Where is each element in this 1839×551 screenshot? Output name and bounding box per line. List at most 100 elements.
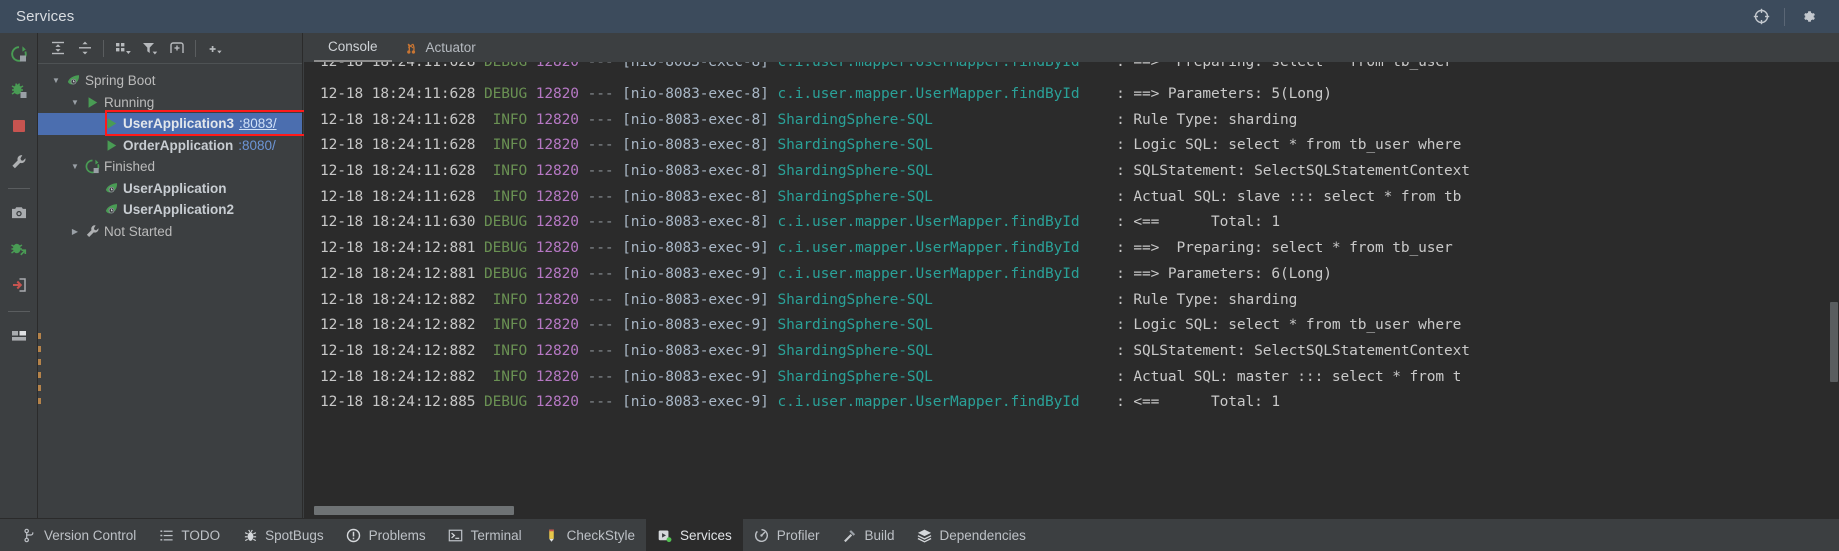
expand-all-icon[interactable]	[44, 35, 71, 61]
log-logger: ShardingSphere-SQL	[777, 317, 933, 334]
log-logger: c.i.user.mapper.UserMapper.findById	[777, 240, 1080, 257]
services-tree[interactable]: ▼ Spring Boot ▼ Running UserApplication3:808…	[38, 64, 302, 242]
target-icon[interactable]	[1744, 0, 1778, 33]
gear-icon[interactable]	[1791, 0, 1825, 33]
tool-window-button-build[interactable]: Build	[830, 519, 905, 551]
chevron-down-icon[interactable]: ▼	[67, 162, 83, 171]
chevron-down-icon[interactable]: ▼	[48, 76, 64, 85]
filter-icon[interactable]	[136, 35, 163, 61]
gutter-mark	[38, 359, 41, 365]
tool-window-button-profiler[interactable]: Profiler	[743, 519, 831, 551]
tool-window-label: Build	[864, 527, 895, 543]
vertical-scrollbar[interactable]	[1830, 302, 1838, 382]
log-message: : ==> Preparing: select * from tb_user	[1107, 240, 1453, 257]
log-timestamp: 12-18 18:24:11:628	[320, 137, 476, 154]
tool-window-button-spotbugs[interactable]: SpotBugs	[231, 519, 335, 551]
log-separator	[475, 317, 484, 333]
log-line: 12-18 18:24:12:885 DEBUG 12820 --- [nio-…	[320, 390, 1839, 416]
log-level: INFO	[483, 317, 528, 334]
log-message: : Logic SQL: select * from tb_user where	[1107, 137, 1462, 154]
tool-window-button-version-control[interactable]: Version Control	[10, 519, 147, 551]
log-line: 12-18 18:24:11:628 INFO 12820 --- [nio-8…	[320, 159, 1839, 185]
exit-icon[interactable]	[4, 270, 34, 300]
console-log[interactable]: 12-18 18:24:11:628 DEBUG 12820 --- [nio-…	[304, 62, 1839, 518]
stop-icon[interactable]	[4, 111, 34, 141]
tree-node-userapplication3[interactable]: UserApplication3:8083/	[38, 113, 302, 135]
log-thread: [nio-8083-exec-8]	[622, 188, 769, 205]
log-separator	[475, 137, 484, 153]
tree-node-not-started[interactable]: ▶ Not Started	[38, 221, 302, 243]
log-separator	[769, 86, 778, 102]
log-message: : ==> Parameters: 6(Long)	[1107, 265, 1332, 282]
camera-icon[interactable]	[4, 198, 34, 228]
tab-actuator[interactable]: Actuator	[392, 33, 490, 62]
add-icon[interactable]	[201, 35, 228, 61]
tab-console[interactable]: Console	[314, 33, 392, 62]
wrench-icon	[83, 224, 101, 239]
log-logger: c.i.user.mapper.UserMapper.findById	[777, 86, 1080, 102]
gutter-mark	[38, 346, 41, 352]
tool-window-button-checkstyle[interactable]: CheckStyle	[533, 519, 646, 551]
log-level: INFO	[483, 188, 528, 205]
settings-wrench-icon[interactable]	[4, 147, 34, 177]
tree-node-running[interactable]: ▼ Running	[38, 92, 302, 114]
log-level: DEBUG	[483, 86, 528, 102]
log-separator	[475, 163, 484, 179]
log-pid: 12820	[535, 137, 579, 154]
log-level: DEBUG	[483, 62, 528, 70]
log-pid: 12820	[535, 265, 579, 282]
log-separator	[527, 266, 536, 282]
chevron-down-icon[interactable]: ▼	[67, 98, 83, 107]
log-timestamp: 12-18 18:24:12:885	[320, 394, 476, 411]
tool-window-button-services[interactable]: Services	[645, 518, 743, 551]
log-thread: [nio-8083-exec-8]	[622, 62, 769, 70]
log-thread: [nio-8083-exec-9]	[622, 394, 769, 411]
console-tab-strip[interactable]: Console Actuator	[304, 33, 1839, 62]
exclamation-icon	[346, 527, 362, 543]
debug-attach-icon[interactable]	[4, 234, 34, 264]
log-pid: 12820	[535, 214, 579, 231]
tree-node-userapplication2[interactable]: UserApplication2	[38, 199, 302, 221]
tool-window-button-terminal[interactable]: Terminal	[437, 519, 533, 551]
log-separator	[527, 62, 536, 70]
tab-label: Console	[328, 39, 378, 54]
log-separator	[475, 292, 484, 308]
log-separator: ---	[578, 137, 623, 154]
add-tab-icon[interactable]	[163, 35, 190, 61]
tool-window-label: Dependencies	[939, 527, 1026, 543]
log-separator	[527, 189, 536, 205]
log-timestamp: 12-18 18:24:12:881	[320, 240, 476, 257]
chevron-right-icon[interactable]: ▶	[67, 227, 83, 236]
tree-node-finished[interactable]: ▼ Finished	[38, 156, 302, 178]
tool-window-label: Version Control	[44, 527, 137, 543]
layout-icon[interactable]	[4, 321, 34, 351]
tree-node-spring-boot[interactable]: ▼ Spring Boot	[38, 70, 302, 92]
titlebar-actions	[1744, 0, 1839, 33]
horizontal-scrollbar[interactable]	[314, 506, 514, 515]
tree-node-port-link[interactable]: :8083/	[239, 116, 277, 131]
log-line: 12-18 18:24:12:882 INFO 12820 --- [nio-8…	[320, 313, 1839, 339]
log-thread: [nio-8083-exec-8]	[622, 163, 769, 180]
tool-window-bar[interactable]: Version Control TODO SpotBugs Problems Termi…	[0, 518, 1839, 551]
collapse-all-icon[interactable]	[71, 35, 98, 61]
tool-window-button-dependencies[interactable]: Dependencies	[906, 519, 1037, 551]
rerun-icon[interactable]	[4, 39, 34, 69]
log-pid: 12820	[535, 317, 579, 334]
log-level: INFO	[483, 163, 528, 180]
tree-node-label: Running	[104, 94, 155, 110]
log-level: DEBUG	[483, 394, 528, 411]
tree-node-userapplication[interactable]: UserApplication	[38, 178, 302, 200]
log-thread: [nio-8083-exec-9]	[622, 291, 769, 308]
log-message: : Logic SQL: select * from tb_user where	[1107, 317, 1462, 334]
group-by-icon[interactable]	[109, 35, 136, 61]
log-pid: 12820	[535, 368, 579, 385]
rerun-small-icon	[83, 159, 101, 174]
log-logger: ShardingSphere-SQL	[777, 137, 933, 154]
tree-node-port-link[interactable]: :8080/	[238, 138, 276, 153]
tool-window-button-problems[interactable]: Problems	[335, 519, 437, 551]
pencil-icon	[544, 527, 560, 543]
debug-icon[interactable]	[4, 75, 34, 105]
tool-window-button-todo[interactable]: TODO	[147, 519, 231, 551]
log-logger: ShardingSphere-SQL	[777, 188, 933, 205]
tree-node-orderapplication[interactable]: OrderApplication:8080/	[38, 135, 302, 157]
